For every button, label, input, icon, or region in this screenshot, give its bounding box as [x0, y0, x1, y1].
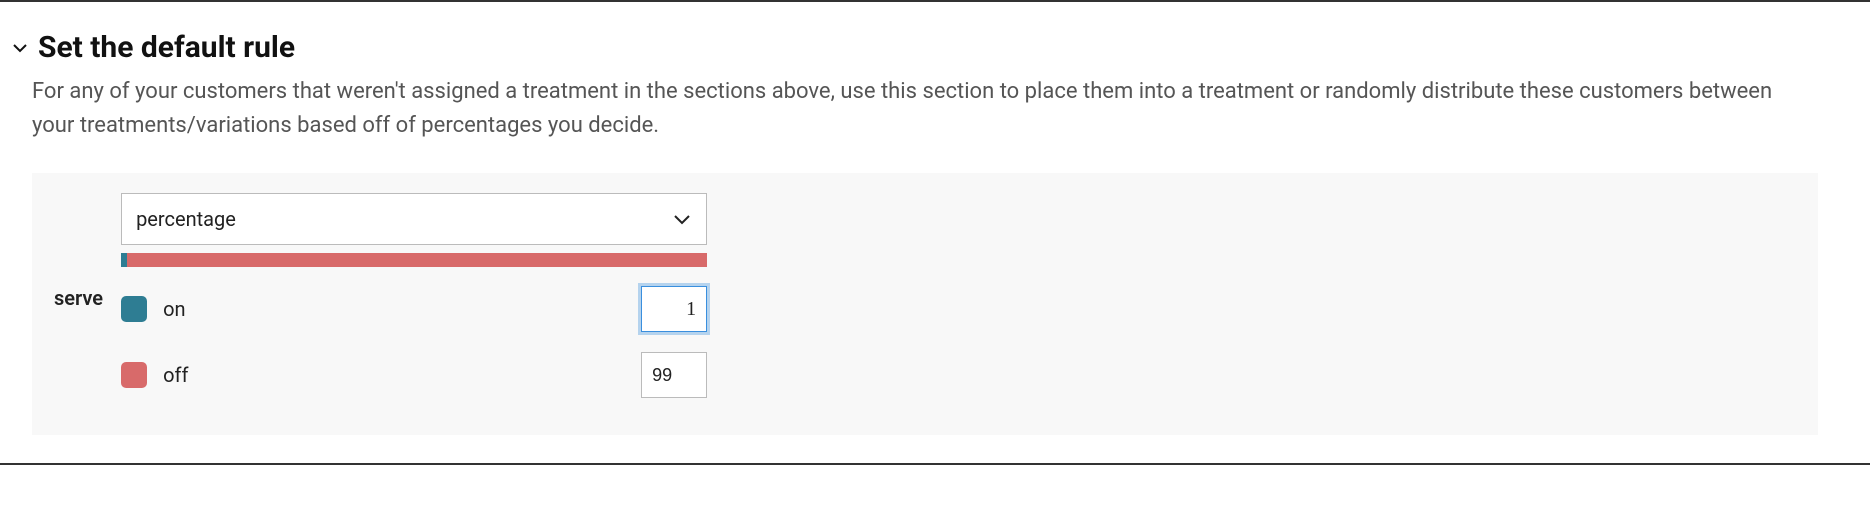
treatment-on-left: on — [121, 296, 185, 322]
treatment-off-swatch — [121, 362, 147, 388]
default-rule-panel: serve percentage — [32, 173, 1818, 435]
treatment-row-on: on — [121, 285, 707, 333]
serve-label: serve — [54, 282, 103, 310]
section-header[interactable]: Set the default rule — [12, 30, 1858, 65]
treatment-on-swatch — [121, 296, 147, 322]
default-rule-section-wrapper: Set the default rule For any of your cus… — [0, 0, 1870, 465]
allocation-bar-on — [121, 253, 127, 267]
serve-select[interactable]: percentage — [121, 193, 707, 245]
serve-select-value: percentage — [136, 207, 236, 231]
default-rule-section: Set the default rule For any of your cus… — [0, 2, 1870, 463]
chevron-down-icon — [672, 209, 692, 229]
treatment-off-percent-input[interactable] — [641, 352, 707, 398]
allocation-bar[interactable] — [121, 253, 707, 267]
section-description: For any of your customers that weren't a… — [32, 75, 1818, 143]
treatment-off-label: off — [163, 363, 188, 387]
treatment-off-left: off — [121, 362, 188, 388]
chevron-down-icon — [12, 40, 28, 56]
treatment-on-percent-input[interactable] — [641, 286, 707, 332]
treatment-on-label: on — [163, 297, 185, 321]
section-title: Set the default rule — [38, 30, 295, 65]
serve-row: serve percentage — [54, 193, 1796, 399]
treatment-row-off: off — [121, 351, 707, 399]
serve-controls: percentage on — [121, 193, 707, 399]
